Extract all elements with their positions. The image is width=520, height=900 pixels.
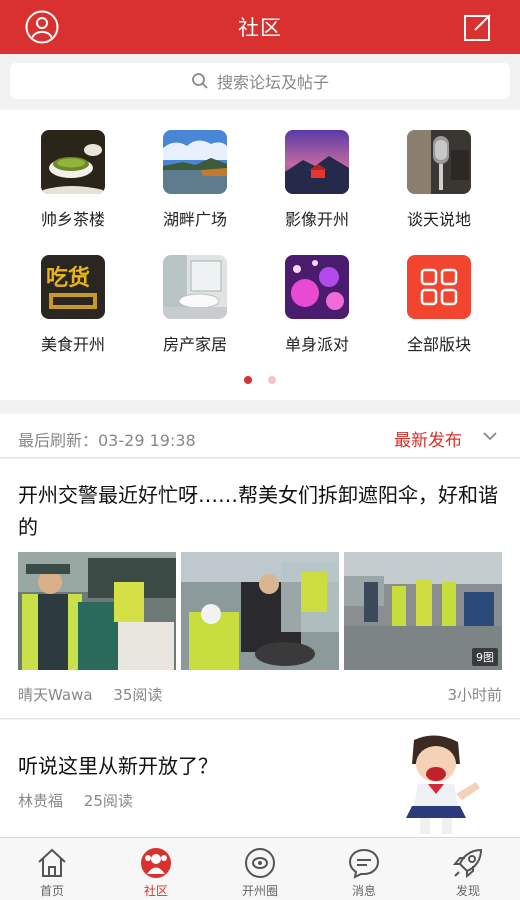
tab-circle[interactable]: 开州圈 [208, 838, 312, 900]
post-author[interactable]: 林贵福 [18, 792, 63, 810]
community-icon [141, 848, 171, 878]
header-bar: 社区 [0, 0, 520, 54]
forum-label: 房产家居 [162, 335, 227, 354]
tab-messages[interactable]: 消息 [312, 838, 416, 900]
list-item[interactable]: 开州交警最近好忙呀……帮美女们拆卸遮阳伞，好和谐的 9图 晴天Wawa 35阅读… [0, 459, 520, 719]
post-reads: 35阅读 [113, 686, 163, 704]
post-meta: 晴天Wawa 35阅读 [18, 684, 178, 705]
search-placeholder: 搜索论坛及帖子 [216, 73, 329, 92]
forum-item-all[interactable]: 全部版块 [374, 255, 504, 355]
search-input[interactable]: 搜索论坛及帖子 [10, 63, 510, 99]
tab-home[interactable]: 首页 [0, 838, 104, 900]
forum-item-tea[interactable]: 帅乡茶楼 [8, 130, 138, 230]
forum-item-talk[interactable]: 谈天说地 [374, 130, 504, 230]
night-pavilion-image [285, 130, 349, 194]
circle-icon [245, 848, 275, 878]
page-dot[interactable] [267, 376, 276, 384]
tea-cup-image [41, 130, 105, 194]
forum-label: 单身派对 [284, 335, 349, 354]
forum-label: 美食开州 [40, 335, 105, 354]
search-section: 搜索论坛及帖子 [0, 54, 520, 110]
microphone-image [407, 130, 471, 194]
forum-item-house[interactable]: 房产家居 [130, 255, 260, 355]
post-images: 9图 [18, 552, 502, 670]
chevron-down-icon[interactable] [482, 428, 498, 444]
post-meta: 林贵福 25阅读 [18, 790, 149, 811]
party-balloons-image [285, 255, 349, 319]
tab-label: 社区 [143, 884, 168, 898]
search-icon [192, 73, 208, 89]
forum-label: 谈天说地 [406, 210, 471, 229]
message-icon [348, 848, 380, 879]
lake-landscape-image [163, 130, 227, 194]
refresh-bar: 最后刷新：03-29 19:38 最新发布 [0, 414, 520, 458]
forum-item-photo[interactable]: 影像开州 [252, 130, 382, 230]
forum-label: 湖畔广场 [162, 210, 227, 229]
forum-item-lake[interactable]: 湖畔广场 [130, 130, 260, 230]
post-reads: 25阅读 [83, 792, 133, 810]
bathroom-interior-image [163, 255, 227, 319]
post-time: 3小时前 [447, 686, 502, 704]
list-item[interactable]: 听说这里从新开放了？ 林贵福 25阅读 [0, 720, 520, 837]
food-image-text: 吃货 [46, 265, 90, 291]
page-indicator [0, 369, 520, 388]
forum-grid: 帅乡茶楼 湖畔广场 影像开州 谈天说地 吃货 美食开州 房产家居 单身派对 全部… [0, 110, 520, 400]
tab-label: 发现 [455, 884, 480, 898]
forum-label: 帅乡茶楼 [40, 210, 105, 229]
post-author[interactable]: 晴天Wawa [18, 686, 93, 704]
post-title[interactable]: 开州交警最近好忙呀……帮美女们拆卸遮阳伞，好和谐的 [18, 479, 502, 543]
tab-label: 首页 [39, 884, 64, 898]
sort-dropdown[interactable]: 最新发布 [394, 426, 462, 451]
grid-apps-icon [407, 255, 471, 319]
page-dot-active[interactable] [244, 376, 253, 384]
home-icon [38, 848, 66, 877]
forum-label: 全部版块 [406, 335, 471, 354]
compose-icon[interactable] [460, 9, 496, 45]
last-refresh-text: 最后刷新：03-29 19:38 [18, 431, 196, 450]
tab-community[interactable]: 社区 [104, 838, 208, 900]
page-title: 社区 [238, 16, 282, 40]
bottom-tab-bar: 首页 社区 开州圈 消息 发现 [0, 837, 520, 900]
tab-discover[interactable]: 发现 [416, 838, 520, 900]
image-count-badge: 9图 [472, 648, 498, 666]
post-title[interactable]: 听说这里从新开放了？ [18, 750, 218, 779]
tab-label: 开州圈 [241, 884, 278, 898]
post-thumbnail[interactable] [388, 734, 486, 837]
post-image[interactable] [18, 552, 176, 670]
food-calligraphy-image: 吃货 [41, 255, 105, 319]
post-image[interactable] [181, 552, 339, 670]
rocket-icon [452, 848, 483, 879]
forum-label: 影像开州 [284, 210, 349, 229]
tab-label: 消息 [351, 884, 376, 898]
post-image[interactable]: 9图 [344, 552, 502, 670]
forum-item-party[interactable]: 单身派对 [252, 255, 382, 355]
forum-item-food[interactable]: 吃货 美食开州 [8, 255, 138, 355]
